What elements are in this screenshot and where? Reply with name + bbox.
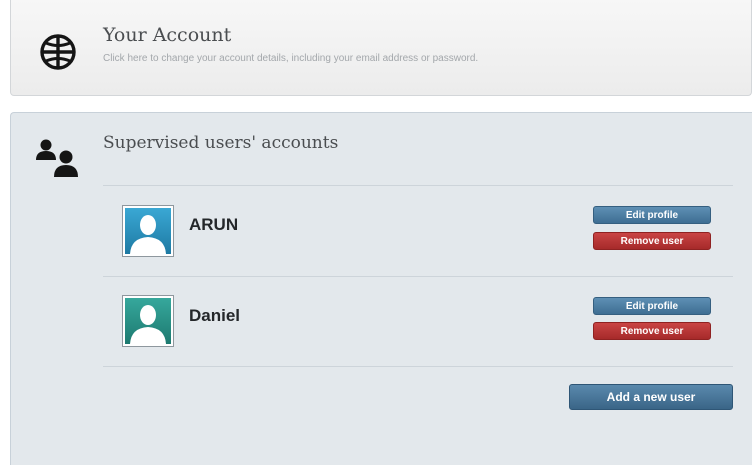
supervised-users-panel: Supervised users' accounts ARUN Edit pro…	[10, 112, 752, 465]
avatar-arun	[123, 206, 173, 256]
users-icon	[35, 137, 83, 179]
supervised-users-title: Supervised users' accounts	[103, 133, 339, 153]
avatar-daniel	[123, 296, 173, 346]
user-name-daniel: Daniel	[189, 306, 241, 325]
edit-profile-button-daniel[interactable]: Edit profile	[593, 297, 711, 315]
your-account-description: Click here to change your account detail…	[103, 53, 479, 64]
your-account-panel[interactable]: Your Account Click here to change your a…	[10, 0, 752, 96]
your-account-title: Your Account	[103, 24, 232, 46]
user-row-arun: ARUN Edit profile Remove user	[103, 186, 733, 276]
remove-user-button-daniel[interactable]: Remove user	[593, 322, 711, 340]
globe-icon	[38, 32, 78, 72]
remove-user-button-arun[interactable]: Remove user	[593, 232, 711, 250]
divider	[103, 366, 733, 367]
user-row-daniel: Daniel Edit profile Remove user	[103, 277, 733, 367]
add-new-user-button[interactable]: Add a new user	[569, 384, 733, 410]
user-name-arun: ARUN	[189, 215, 239, 234]
edit-profile-button-arun[interactable]: Edit profile	[593, 206, 711, 224]
